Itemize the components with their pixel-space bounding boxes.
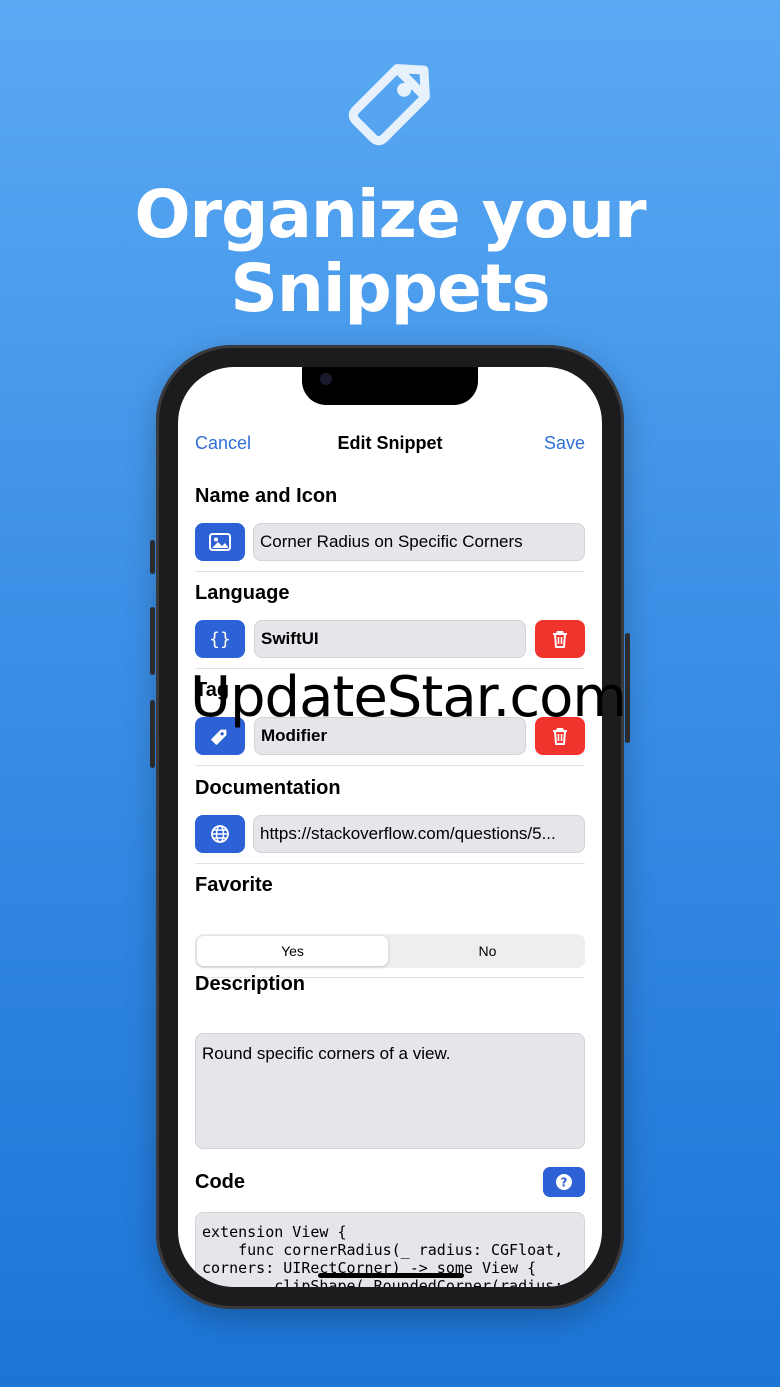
svg-text:?: ? — [561, 1176, 568, 1190]
braces-icon: {} — [209, 628, 231, 650]
description-textarea[interactable]: Round specific corners of a view. — [195, 1033, 585, 1149]
phone-frame: Edit Snippet Cancel Save Name and Icon C… — [150, 345, 630, 1309]
home-indicator — [318, 1273, 464, 1278]
photo-icon — [209, 533, 231, 551]
divider — [195, 765, 585, 766]
cancel-button[interactable]: Cancel — [195, 433, 251, 454]
divider — [195, 571, 585, 572]
nav-bar: Edit Snippet Cancel Save — [195, 431, 585, 459]
language-icon-button[interactable]: {} — [195, 620, 245, 658]
watermark-text: UpdateStar.com — [190, 665, 627, 730]
code-help-button[interactable]: ? — [543, 1167, 585, 1197]
trash-icon — [553, 631, 567, 648]
name-field[interactable]: Corner Radius on Specific Corners — [253, 523, 585, 561]
documentation-section-heading: Documentation — [195, 777, 341, 799]
name-section-heading: Name and Icon — [195, 485, 338, 507]
volume-down-button — [150, 700, 155, 768]
notch — [302, 367, 478, 405]
save-button[interactable]: Save — [544, 433, 585, 454]
nav-title: Edit Snippet — [337, 433, 443, 453]
hero-title-line2: Snippets — [230, 250, 550, 327]
favorite-option-no[interactable]: No — [392, 936, 583, 966]
description-section-heading: Description — [195, 973, 306, 995]
camera-icon — [320, 373, 332, 385]
question-circle-icon: ? — [556, 1174, 572, 1190]
icon-picker-button[interactable] — [195, 523, 245, 561]
documentation-url-field[interactable]: https://stackoverflow.com/questions/5... — [253, 815, 585, 853]
phone-screen: Edit Snippet Cancel Save Name and Icon C… — [178, 367, 602, 1287]
delete-language-button[interactable] — [535, 620, 585, 658]
hero-tag-icon — [348, 64, 430, 146]
language-section-heading: Language — [195, 582, 290, 604]
divider — [195, 863, 585, 864]
documentation-icon-button[interactable] — [195, 815, 245, 853]
hero-title-line1: Organize your — [134, 176, 646, 253]
hero-title: Organize your Snippets — [0, 178, 780, 326]
volume-up-button — [150, 607, 155, 675]
code-section-heading: Code — [195, 1171, 245, 1193]
favorite-segmented-control: Yes No — [195, 934, 585, 968]
favorite-option-yes[interactable]: Yes — [197, 936, 388, 966]
language-field[interactable]: SwiftUI — [254, 620, 526, 658]
globe-icon — [211, 825, 229, 843]
favorite-section-heading: Favorite — [195, 874, 273, 896]
silent-switch — [150, 540, 155, 574]
